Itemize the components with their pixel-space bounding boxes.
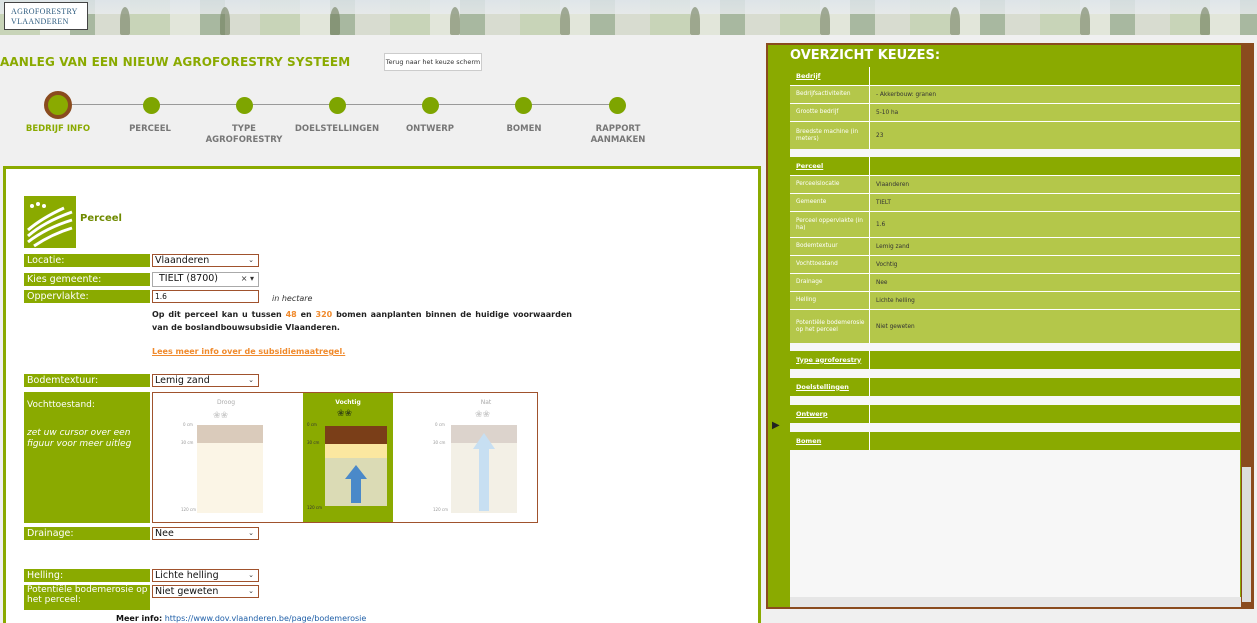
bodemerosie-label: Potentiële bodemerosie op het perceel: bbox=[24, 585, 150, 610]
page-title: AANLEG VAN EEN NIEUW AGROFORESTRY SYSTEE… bbox=[0, 55, 351, 69]
horizontal-scrollbar[interactable] bbox=[790, 597, 1242, 607]
chevron-down-icon: ⌄ bbox=[248, 529, 254, 537]
table-row: Perceelslocatie Vlaanderen bbox=[790, 175, 1240, 193]
soil-option-nat[interactable]: Nat ❀❀ 0 cm 30 cm 120 cm bbox=[433, 393, 531, 522]
table-row: Grootte bedrijf 5-10 ha bbox=[790, 103, 1240, 121]
step-1-label[interactable]: BEDRIJF INFO bbox=[8, 124, 108, 135]
drainage-select[interactable]: Nee ⌄ bbox=[152, 527, 259, 540]
step-4-label[interactable]: DOELSTELLINGEN bbox=[287, 124, 387, 135]
drainage-value: Nee bbox=[155, 528, 174, 539]
middle-layer bbox=[325, 444, 387, 458]
table-row: Potentiële bodemerosie op het perceel Nie… bbox=[790, 309, 1240, 343]
oppervlakte-label: Oppervlakte: bbox=[24, 290, 150, 303]
overzicht-title: OVERZICHT KEUZES: bbox=[790, 48, 941, 63]
section-header-bedrijf[interactable]: Bedrijf bbox=[790, 67, 1240, 85]
section-header-bomen[interactable]: Bomen bbox=[790, 432, 1240, 450]
table-row: Bodemtextuur Lemig zand bbox=[790, 237, 1240, 255]
section-header-perceel[interactable]: Perceel bbox=[790, 157, 1240, 175]
section-header-doelstellingen[interactable]: Doelstellingen bbox=[790, 378, 1240, 396]
gemeente-select[interactable]: TIELT (8700) × ▾ bbox=[152, 272, 259, 287]
table-row: Vochttoestand Vochtig bbox=[790, 255, 1240, 273]
section-header-ontwerp[interactable]: Ontwerp bbox=[790, 405, 1240, 423]
bodemerosie-value: Niet geweten bbox=[155, 586, 219, 597]
table-row: Bedrijfsactiviteiten - Akkerbouw: granen bbox=[790, 85, 1240, 103]
vochttoestand-hint: zet uw cursor over een figuur voor meer … bbox=[27, 428, 132, 449]
helling-select[interactable]: Lichte helling ⌄ bbox=[152, 569, 259, 582]
field-rows-icon bbox=[24, 196, 76, 248]
collapse-arrow-icon[interactable]: ▶ bbox=[772, 420, 780, 431]
perceel-title: Perceel bbox=[80, 213, 122, 224]
gemeente-label: Kies gemeente: bbox=[24, 273, 150, 286]
vochttoestand-label-block: Vochttoestand: zet uw cursor over een fi… bbox=[24, 392, 150, 523]
subsoil-layer bbox=[197, 443, 263, 513]
topsoil-layer bbox=[325, 426, 387, 444]
step-7-dot[interactable] bbox=[609, 97, 626, 114]
chevron-down-icon: ⌄ bbox=[248, 376, 254, 384]
helling-label: Helling: bbox=[24, 569, 150, 582]
bodemtextuur-value: Lemig zand bbox=[155, 375, 210, 386]
header-banner bbox=[0, 0, 1257, 35]
soil-option-vochtig[interactable]: Vochtig ❀❀ 0 cm 30 cm 120 cm bbox=[303, 393, 393, 522]
overzicht-keuzes-panel: OVERZICHT KEUZES: ▶ Bedrijf Bedrijfsacti… bbox=[766, 43, 1254, 609]
topsoil-layer bbox=[197, 425, 263, 443]
soil-option-label: Nat bbox=[480, 399, 492, 406]
step-2-label[interactable]: PERCEEL bbox=[100, 124, 200, 135]
oppervlakte-input[interactable]: 1.6 bbox=[152, 290, 259, 303]
step-3-dot[interactable] bbox=[236, 97, 253, 114]
step-7-label[interactable]: RAPPORT AANMAKEN bbox=[568, 124, 668, 146]
section-header-type-agroforestry[interactable]: Type agroforestry bbox=[790, 351, 1240, 369]
step-6-dot[interactable] bbox=[515, 97, 532, 114]
vochttoestand-label: Vochttoestand: bbox=[27, 400, 95, 410]
locatie-value: Vlaanderen bbox=[155, 255, 210, 266]
drainage-label: Drainage: bbox=[24, 527, 150, 540]
chevron-down-icon: ⌄ bbox=[248, 587, 254, 595]
soil-option-droog[interactable]: Droog ❀❀ 0 cm 30 cm 120 cm bbox=[181, 393, 271, 522]
subsidie-info-link[interactable]: Lees meer info over de subsidiemaatregel… bbox=[152, 347, 345, 356]
water-rise-arrow-icon bbox=[345, 465, 367, 503]
step-1-dot[interactable] bbox=[44, 91, 72, 119]
table-row: Gemeente TIELT bbox=[790, 193, 1240, 211]
table-row: Drainage Nee bbox=[790, 273, 1240, 291]
soil-option-label: Vochtig bbox=[335, 399, 361, 406]
min-trees-value: 48 bbox=[285, 310, 297, 319]
step-6-label[interactable]: BOMEN bbox=[474, 124, 574, 135]
vochttoestand-picker: Droog ❀❀ 0 cm 30 cm 120 cm Vochtig ❀❀ 0 … bbox=[152, 392, 538, 523]
chevron-down-icon: ⌄ bbox=[248, 256, 254, 264]
bodemerosie-link[interactable]: https://www.dov.vlaanderen.be/page/bodem… bbox=[165, 614, 367, 623]
locatie-label: Locatie: bbox=[24, 254, 150, 267]
step-5-dot[interactable] bbox=[422, 97, 439, 114]
logo-line-1: AGROFORESTRY bbox=[11, 7, 78, 16]
table-row: Helling Lichte helling bbox=[790, 291, 1240, 309]
table-row: Perceel oppervlakte (in ha) 1.6 bbox=[790, 211, 1240, 237]
soil-option-label: Droog bbox=[216, 399, 236, 406]
bodemtextuur-label: Bodemtextuur: bbox=[24, 374, 150, 387]
chevron-down-icon: ⌄ bbox=[248, 571, 254, 579]
perceel-panel: Perceel Locatie: Vlaanderen ⌄ Kies gemee… bbox=[3, 166, 761, 623]
bodemerosie-select[interactable]: Niet geweten ⌄ bbox=[152, 585, 259, 598]
back-to-choice-button[interactable]: Terug naar het keuze scherm bbox=[384, 53, 482, 71]
vertical-scrollbar[interactable] bbox=[1241, 45, 1252, 607]
meer-info-line: Meer info: https://www.dov.vlaanderen.be… bbox=[116, 614, 366, 623]
helling-value: Lichte helling bbox=[155, 570, 219, 581]
subsidie-info-text: Op dit perceel kan u tussen 48 en 320 bo… bbox=[152, 310, 572, 332]
step-2-dot[interactable] bbox=[143, 97, 160, 114]
overzicht-table: Bedrijf Bedrijfsactiviteiten - Akkerbouw:… bbox=[790, 67, 1240, 597]
max-trees-value: 320 bbox=[315, 310, 333, 319]
step-5-label[interactable]: ONTWERP bbox=[380, 124, 480, 135]
locatie-select[interactable]: Vlaanderen ⌄ bbox=[152, 254, 259, 267]
oppervlakte-unit: in hectare bbox=[272, 294, 313, 303]
step-4-dot[interactable] bbox=[329, 97, 346, 114]
bodemtextuur-select[interactable]: Lemig zand ⌄ bbox=[152, 374, 259, 387]
plant-icon: ❀❀ bbox=[337, 409, 353, 419]
plant-icon: ❀❀ bbox=[475, 410, 491, 420]
water-rise-arrow-icon bbox=[473, 433, 495, 511]
agroforestry-logo[interactable]: AGROFORESTRY VLAANDEREN bbox=[4, 2, 88, 30]
gemeente-value: TIELT (8700) bbox=[159, 273, 219, 284]
step-3-label[interactable]: TYPE AGROFORESTRY bbox=[194, 124, 294, 146]
logo-line-2: VLAANDEREN bbox=[11, 17, 69, 26]
table-row: Breedste machine (in meters) 23 bbox=[790, 121, 1240, 149]
meer-info-label: Meer info: bbox=[116, 614, 163, 623]
clear-and-chevron-icon[interactable]: × ▾ bbox=[241, 273, 254, 284]
plant-icon: ❀❀ bbox=[213, 411, 229, 421]
